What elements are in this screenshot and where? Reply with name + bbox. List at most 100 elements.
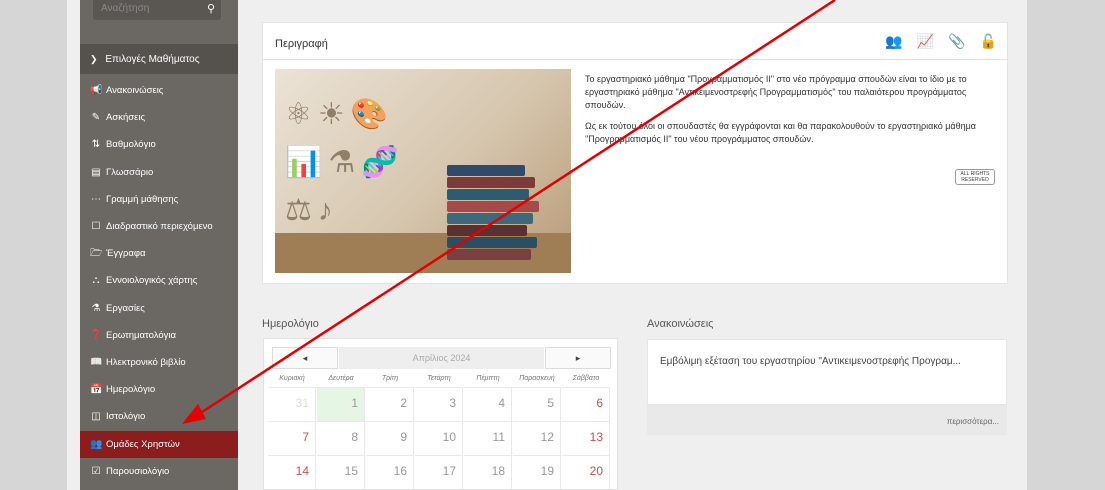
columns-icon: ◫	[91, 411, 101, 423]
more-announcements-link[interactable]: περισσότερα...	[647, 405, 1007, 435]
sidebar-item-label: Ομάδες Χρηστών	[106, 438, 180, 450]
announcement-text[interactable]: Εμβόλιμη εξέταση του εργαστηρίου "Αντικε…	[660, 355, 980, 369]
calendar-day-cell[interactable]: 17	[415, 455, 463, 489]
users-icon: 👥	[90, 438, 103, 450]
book-8	[447, 249, 531, 260]
square-icon: ☐	[91, 221, 101, 232]
sidebar-item-label: Ανακοινώσεις	[106, 85, 164, 96]
sitemap-icon: ⛬	[92, 275, 100, 287]
ellipsis-icon: ⋯	[91, 193, 101, 205]
book-2	[447, 177, 535, 188]
course-image: ⚛☀🎨 📊⚗🧬 ⚖♪	[275, 69, 571, 273]
day-header: Τετάρτη	[427, 375, 451, 382]
unlock-icon[interactable]: 🔓	[980, 33, 997, 50]
book-3	[447, 189, 529, 200]
sidebar-item-12[interactable]: 📅 Ημερολόγιο	[80, 376, 238, 403]
book-5	[447, 213, 533, 224]
calendar-day-cell[interactable]: 7	[268, 421, 316, 455]
calendar-title: Ημερολόγιο	[262, 318, 319, 330]
course-options-header[interactable]: ❯ Επιλογές Μαθήματος	[80, 44, 238, 74]
calendar-day-cell[interactable]: 6	[562, 387, 610, 421]
sidebar-item-16[interactable]: 🎞Πολυμέσα	[80, 485, 238, 490]
calendar-day-cell[interactable]: 31	[268, 387, 316, 421]
calendar-day-cell[interactable]: 8	[317, 421, 365, 455]
list-icon: ▤	[91, 166, 101, 178]
description-text: Το εργαστηριακό μάθημα "Προγραμματισμός …	[585, 73, 995, 154]
description-panel: Περιγραφή 👥 📈 📎 🔓 ⚛☀🎨 📊⚗🧬 ⚖♪ Το εργαστηρια…	[262, 22, 1008, 284]
day-header: Σάββατο	[572, 375, 600, 382]
day-header: Πέμπτη	[476, 375, 500, 382]
prev-month-button[interactable]: ◂	[272, 347, 338, 369]
calendar-day-cell[interactable]: 19	[513, 455, 561, 489]
sidebar-item-14[interactable]: 👥 Ομάδες Χρηστών	[80, 430, 238, 458]
calendar-day-cell[interactable]: 11	[464, 421, 512, 455]
sidebar-item-label: Παρουσιολόγιο	[106, 465, 170, 477]
description-paragraph-1: Το εργαστηριακό μάθημα "Προγραμματισμός …	[585, 74, 967, 110]
day-header: Κυριακή	[279, 375, 305, 382]
search-box[interactable]: Αναζήτηση ⚲	[93, 0, 221, 20]
sidebar-item-15[interactable]: ☑ Παρουσιολόγιο	[80, 458, 238, 485]
search-icon[interactable]: ⚲	[201, 0, 221, 20]
sidebar-item-2[interactable]: ✎ Ασκήσεις	[80, 104, 238, 131]
paperclip-icon[interactable]: 📎	[948, 33, 965, 50]
sidebar-item-label: Εργασίες	[106, 302, 145, 314]
next-month-button[interactable]: ▸	[545, 347, 611, 369]
sidebar-item-4[interactable]: ▤ Γλωσσάριο	[80, 159, 238, 186]
sidebar-item-5[interactable]: ⋯ Γραμμή μάθησης	[80, 186, 238, 213]
folder-open-icon: 🗁	[90, 248, 103, 260]
calendar-day-cell[interactable]: 2	[366, 387, 414, 421]
calendar-day-cell[interactable]: 3	[415, 387, 463, 421]
chevron-down-icon: ❯	[90, 54, 98, 64]
sidebar-item-3[interactable]: ⇅ Βαθμολόγιο	[80, 131, 238, 158]
description-paragraph-2: Ως εκ τούτου όλοι οι σπουδαστές θα εγγρά…	[585, 121, 976, 144]
sidebar-item-7[interactable]: 🗁 Έγγραφα	[80, 240, 238, 267]
sidebar-item-label: Ηλεκτρονικό βιβλίο	[106, 357, 186, 368]
sidebar-item-9[interactable]: ⚗ Εργασίες	[80, 295, 238, 322]
calendar-day-cell[interactable]: 1	[317, 387, 365, 421]
calendar-day-cell[interactable]: 18	[464, 455, 512, 489]
day-header: Παρασκευή	[519, 375, 555, 382]
calendar-day-cell[interactable]: 16	[366, 455, 414, 489]
panel-divider	[263, 59, 1007, 60]
book-7	[447, 237, 537, 248]
calendar-day-cell[interactable]: 12	[513, 421, 561, 455]
calendar-day-cell[interactable]: 13	[562, 421, 610, 455]
sidebar: Αναζήτηση ⚲ ❯ Επιλογές Μαθήματος 📢 Ανακοι…	[80, 0, 238, 490]
sidebar-item-label: Εννοιολογικός χάρτης	[106, 275, 198, 287]
day-header: Δευτέρα	[328, 375, 354, 382]
announcement-item: Εμβόλιμη εξέταση του εργαστηρίου "Αντικε…	[647, 339, 1007, 405]
sidebar-item-8[interactable]: ⛬ Εννοιολογικός χάρτης	[80, 267, 238, 294]
book-6	[447, 225, 527, 236]
flask-icon: ⚗	[91, 302, 101, 314]
sidebar-item-label: Ιστολόγιο	[106, 411, 146, 423]
calendar-day-cell[interactable]: 14	[268, 455, 316, 489]
calendar-day-cell[interactable]: 15	[317, 455, 365, 489]
calendar-day-cell[interactable]: 20	[562, 455, 610, 489]
calendar-day-cell[interactable]: 4	[464, 387, 512, 421]
calendar-icon: 📅	[90, 384, 103, 396]
calendar-day-cell[interactable]: 5	[513, 387, 561, 421]
sidebar-item-label: Διαδραστικό περιεχόμενο	[106, 221, 213, 232]
search-input[interactable]: Αναζήτηση	[101, 3, 149, 14]
sidebar-item-6[interactable]: ☐ Διαδραστικό περιεχόμενο	[80, 213, 238, 240]
announcements-title: Ανακοινώσεις	[647, 318, 714, 330]
sidebar-item-11[interactable]: 📖 Ηλεκτρονικό βιβλίο	[80, 349, 238, 376]
sidebar-item-13[interactable]: ◫ Ιστολόγιο	[80, 403, 238, 430]
book-icon: 📖	[90, 357, 103, 368]
calendar-widget: ◂ Απρίλιος 2024 ▸ Κυριακή Δευτέρα Τρίτη Τετ…	[263, 338, 618, 490]
course-options-label: Επιλογές Μαθήματος	[105, 54, 200, 65]
calendar-day-cell[interactable]: 9	[366, 421, 414, 455]
sidebar-item-label: Γλωσσάριο	[106, 166, 154, 178]
sidebar-item-label: Ασκήσεις	[106, 112, 146, 124]
sort-icon: ⇅	[91, 139, 101, 151]
calendar-month: Απρίλιος 2024	[339, 347, 544, 369]
book-1	[447, 165, 525, 176]
users-icon[interactable]: 👥	[885, 33, 902, 50]
sidebar-item-10[interactable]: ❓ Ερωτηματολόγια	[80, 322, 238, 349]
calendar-day-cell[interactable]: 10	[415, 421, 463, 455]
description-title: Περιγραφή	[275, 38, 328, 50]
area-chart-icon[interactable]: 📈	[917, 33, 934, 50]
sidebar-item-1[interactable]: 📢 Ανακοινώσεις	[80, 77, 238, 104]
panel-toolbar: 👥 📈 📎 🔓	[885, 33, 997, 50]
question-circle-icon: ❓	[90, 329, 103, 341]
